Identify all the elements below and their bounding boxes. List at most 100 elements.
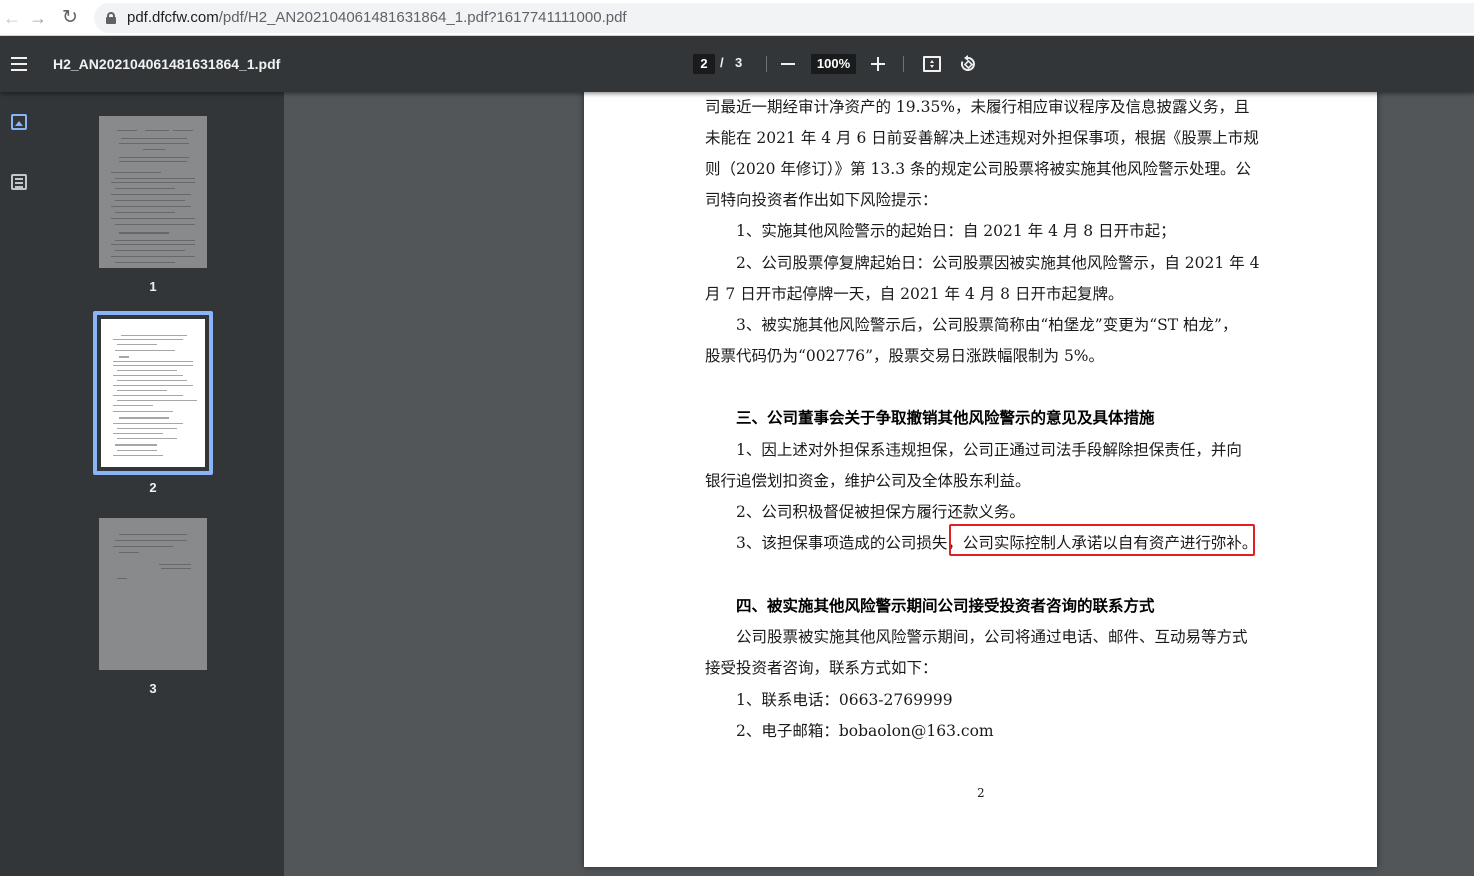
- section-heading: 四、被实施其他风险警示期间公司接受投资者咨询的联系方式: [736, 597, 1155, 615]
- thumbnail-text-line: [115, 444, 157, 446]
- thumbnail-text-line: [117, 130, 137, 131]
- doc-line: 1、联系电话：0663-2769999: [736, 691, 953, 709]
- thumbnail-label: 2: [149, 480, 157, 495]
- thumbnail-text-line: [111, 256, 195, 257]
- page-number-input[interactable]: 2: [693, 54, 715, 74]
- doc-line: 司特向投资者作出如下风险提示：: [705, 191, 938, 209]
- thumbnail-text-line: [111, 244, 195, 245]
- thumbnails-view-icon[interactable]: [11, 114, 27, 130]
- doc-line: 公司股票被实施其他风险警示期间，公司将通过电话、邮件、互动易等方式: [736, 628, 1248, 646]
- thumbnail-text-line: [113, 455, 163, 456]
- thumbnail-text-line: [115, 240, 195, 241]
- reload-icon[interactable]: ↻: [58, 6, 82, 30]
- zoom-level-input[interactable]: 100%: [811, 54, 856, 74]
- url-path: /pdf/H2_AN202104061481631864_1.pdf?16177…: [218, 9, 627, 26]
- thumbnail-text-line: [115, 188, 175, 189]
- thumbnail-text-line: [119, 417, 169, 419]
- doc-line: 银行追偿划扣资金，维护公司及全体股东利益。: [705, 472, 1031, 490]
- thumbnail-text-line: [113, 405, 153, 406]
- url-bar[interactable]: pdf.dfcfw.com/pdf/H2_AN20210406148163186…: [94, 3, 1474, 33]
- thumbnail-text-line: [117, 428, 177, 429]
- thumbnail-text-line: [143, 149, 165, 150]
- section-heading: 三、公司董事会关于争取撤销其他风险警示的意见及具体措施: [736, 409, 1155, 427]
- toolbar-divider: [766, 56, 767, 72]
- page-total: 3: [735, 55, 743, 70]
- thumbnail-text-line: [117, 344, 157, 345]
- thumbnail-text-line: [111, 172, 161, 173]
- thumbnail-text-line: [119, 161, 187, 162]
- thumbnail-text-line: [119, 232, 169, 234]
- toolbar-divider: [903, 56, 904, 72]
- thumbnails-panel: 1 2 3: [38, 92, 284, 876]
- thumbnail-text-line: [173, 130, 193, 131]
- thumbnail-text-line: [115, 250, 185, 251]
- pdf-page-2: 司最近一期经审计净资产的 19.35%，未履行相应审议程序及信息披露义务，且 未…: [584, 88, 1377, 867]
- thumbnail-text-line: [111, 182, 195, 183]
- pdf-viewer[interactable]: 司最近一期经审计净资产的 19.35%，未履行相应审议程序及信息披露义务，且 未…: [284, 88, 1474, 876]
- doc-line: 2、公司股票停复牌起始日：公司股票因被实施其他风险警示，自 2021 年 4: [736, 254, 1260, 272]
- thumbnail-text-line: [113, 433, 163, 434]
- rotate-icon[interactable]: [958, 54, 978, 74]
- thumbnail-text-line: [113, 365, 193, 366]
- document-outline-icon[interactable]: [11, 174, 27, 190]
- file-title: H2_AN202104061481631864_1.pdf: [53, 56, 281, 72]
- doc-line: 2、公司积极督促被担保方履行还款义务。: [736, 503, 1025, 521]
- lock-icon: [106, 12, 116, 24]
- doc-line: 司最近一期经审计净资产的 19.35%，未履行相应审议程序及信息披露义务，且: [705, 98, 1250, 116]
- thumbnail-text-line: [111, 206, 191, 207]
- pdf-toolbar: H2_AN202104061481631864_1.pdf 2 / 3 100%: [0, 36, 1474, 92]
- doc-line: 未能在 2021 年 4 月 6 日前妥善解决上述违规对外担保事项，根据《股票上…: [705, 129, 1259, 147]
- page-thumbnail-1[interactable]: [99, 116, 207, 268]
- doc-line: 3、被实施其他风险警示后，公司股票简称由“柏堡龙”变更为“ST 柏龙”，: [736, 316, 1238, 334]
- thumbnail-label: 1: [149, 279, 157, 294]
- doc-line: 月 7 日开市起停牌一天，自 2021 年 4 月 8 日开市起复牌。: [705, 285, 1124, 303]
- thumbnail-text-line: [115, 200, 185, 201]
- thumbnail-text-line: [111, 194, 191, 195]
- doc-line: 则（2020 年修订）》第 13.3 条的规定公司股票将被实施其他风险警示处理。…: [705, 160, 1251, 178]
- thumbnail-text-line: [117, 438, 177, 439]
- thumbnail-text-line: [113, 411, 173, 412]
- thumbnail-text-line: [117, 380, 187, 381]
- back-arrow-icon[interactable]: ←: [0, 6, 24, 30]
- thumbnail-text-line: [119, 552, 139, 553]
- thumbnail-text-line: [113, 385, 193, 386]
- thumbnail-text-line: [159, 564, 191, 565]
- page-thumbnail-3[interactable]: [99, 518, 207, 670]
- thumbnail-text-line: [115, 224, 195, 225]
- thumbnail-text-line: [115, 540, 187, 541]
- thumbnail-text-line: [115, 262, 175, 263]
- url-text[interactable]: pdf.dfcfw.com/pdf/H2_AN20210406148163186…: [127, 9, 627, 26]
- thumbnail-text-line: [115, 350, 175, 351]
- doc-line: 股票代码仍为“002776”，股票交易日涨跌幅限制为 5%。: [705, 347, 1105, 365]
- url-host: pdf.dfcfw.com: [127, 9, 219, 26]
- thumbnail-text-line: [161, 568, 191, 569]
- thumbnail-text-line: [121, 335, 187, 336]
- thumbnail-text-line: [111, 218, 195, 219]
- thumbnail-text-line: [145, 130, 169, 131]
- thumbnail-text-line: [117, 370, 177, 371]
- page-separator: /: [720, 55, 724, 70]
- thumbnail-text-line: [117, 578, 127, 579]
- doc-line: 接受投资者咨询，联系方式如下：: [705, 659, 938, 677]
- browser-address-bar: ← → ↻ pdf.dfcfw.com/pdf/H2_AN20210406148…: [0, 0, 1474, 36]
- doc-line: 2、电子邮箱：bobaolon@163.com: [736, 722, 994, 740]
- thumbnail-text-line: [115, 178, 195, 179]
- page-thumbnail-2[interactable]: [101, 319, 205, 467]
- thumbnail-text-line: [117, 400, 197, 401]
- thumbnail-text-line: [119, 157, 189, 158]
- page-number: 2: [977, 786, 985, 800]
- zoom-out-icon[interactable]: [781, 63, 795, 65]
- thumbnail-text-line: [117, 390, 167, 391]
- doc-line: 1、实施其他风险警示的起始日：自 2021 年 4 月 8 日开市起；: [736, 222, 1176, 240]
- thumbnail-text-line: [113, 339, 183, 340]
- forward-arrow-icon[interactable]: →: [26, 6, 50, 30]
- thumbnail-text-line: [119, 143, 189, 144]
- thumbnail-text-line: [113, 546, 173, 547]
- zoom-in-icon[interactable]: [871, 57, 885, 71]
- thumbnail-text-line: [115, 212, 175, 213]
- thumbnail-text-line: [113, 375, 183, 376]
- thumbnail-text-line: [119, 534, 187, 535]
- menu-icon[interactable]: [11, 57, 27, 71]
- fit-page-icon[interactable]: [923, 56, 941, 72]
- thumbnail-text-line: [113, 361, 193, 362]
